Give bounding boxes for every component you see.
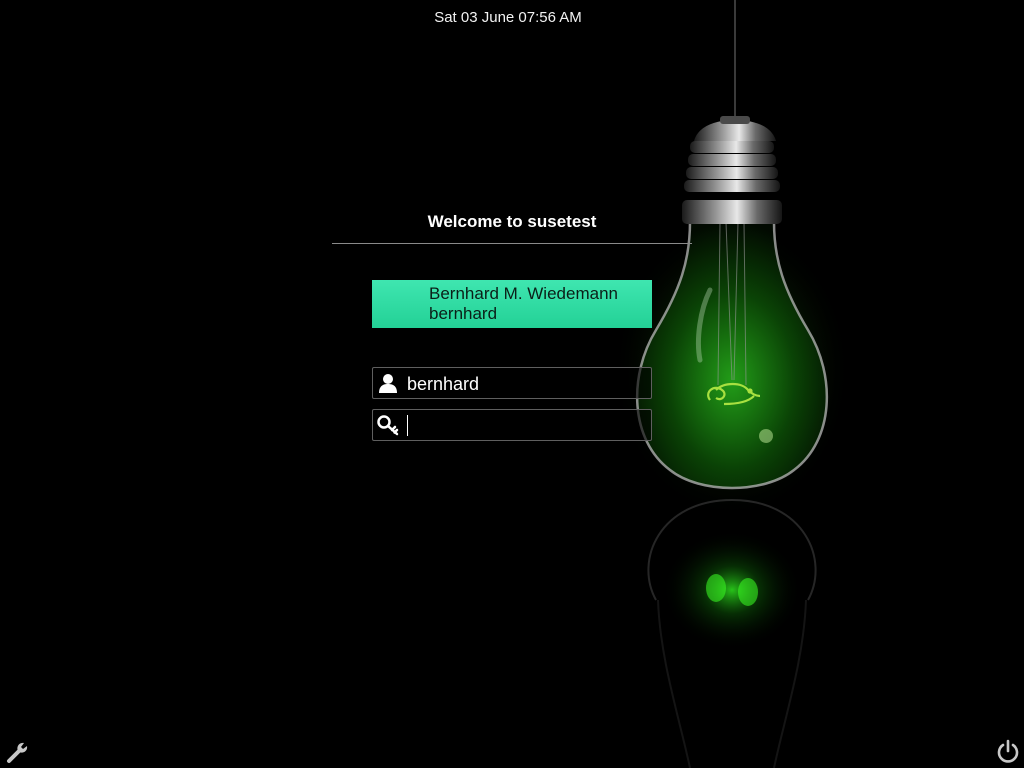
clock: Sat 03 June 07:56 AM (434, 9, 582, 26)
user-username: bernhard (429, 304, 498, 323)
user-list-item-selected[interactable]: Bernhard M. Wiedemann bernhard (372, 280, 652, 328)
user-icon (379, 374, 397, 393)
wrench-icon[interactable] (5, 739, 31, 765)
password-field[interactable] (372, 409, 652, 441)
user-full-name: Bernhard M. Wiedemann (429, 284, 618, 303)
key-icon (377, 415, 399, 436)
text-cursor (407, 415, 408, 436)
welcome-heading: Welcome to susetest (427, 212, 597, 231)
username-field[interactable]: bernhard (372, 367, 652, 399)
power-icon[interactable] (995, 738, 1021, 764)
divider (332, 243, 692, 244)
username-value: bernhard (407, 374, 480, 394)
lightbulb-wallpaper (620, 0, 850, 768)
login-screen: Sat 03 June 07:56 AM Welcome to susetest… (0, 0, 1024, 768)
